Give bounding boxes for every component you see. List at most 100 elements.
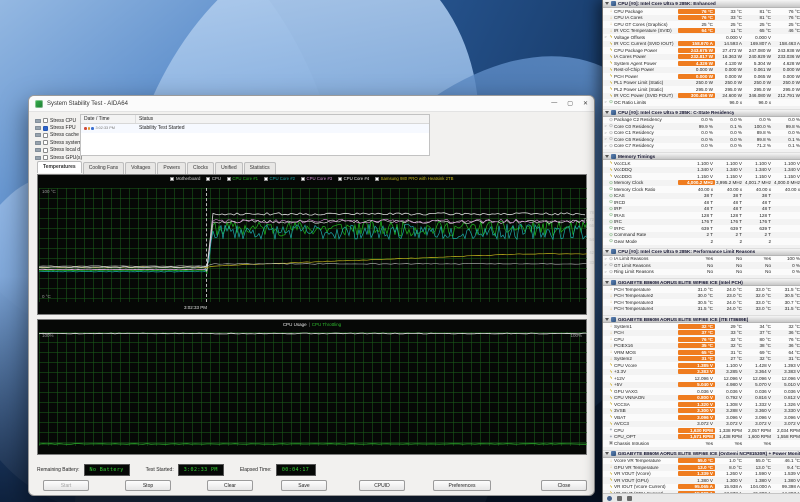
legend-item[interactable]: Samsung 980 PRO with Heatsink 2TB (375, 176, 453, 181)
sensor-section-header[interactable]: GIGABYTE B860M AORUS ELITE WIFI6E ICE (O… (603, 450, 800, 458)
stress-checkbox[interactable] (43, 155, 48, 160)
sensor-row[interactable]: ϟ VccDDG 1.150 V 1.150 V 1.150 V 1.150 V (603, 173, 800, 180)
stress-checkbox[interactable] (43, 148, 48, 153)
sensor-row[interactable]: ▣ Chassis Intrusion Yes Yes Yes (603, 440, 800, 447)
collapse-chevron-icon[interactable] (605, 318, 609, 321)
legend-checkbox[interactable] (338, 177, 342, 181)
sensor-row[interactable]: ϟ +12V 12.096 V 12.096 V 12.096 V 12.096… (603, 375, 800, 382)
legend-item[interactable]: CPU Core #3 (301, 176, 332, 181)
sensor-row[interactable]: ⊙ tRP 48 T 48 T 48 T (603, 206, 800, 213)
sensor-row[interactable]: ⊙ tRFC 639 T 639 T 639 T (603, 225, 800, 232)
sensor-row[interactable]: ϟ CPU Package Power 243.675 W 27.472 W 2… (603, 47, 800, 54)
sensor-section-header[interactable]: CPU [#0]: Intel Core Ultra 9 285K: C-Sta… (603, 109, 800, 117)
stress-checkbox[interactable] (43, 126, 48, 131)
sensor-row[interactable]: ϟ GPU VAXG 0.036 V 0.036 V 0.036 V 0.036… (603, 388, 800, 395)
stress-checkbox[interactable] (43, 140, 48, 145)
stop-button[interactable]: Stop (125, 480, 171, 491)
sensor-row[interactable]: ⊙ Command Rate 2 T 2 T 2 T (603, 232, 800, 239)
save-button[interactable]: Save (281, 480, 327, 491)
sensor-row[interactable]: ϟ VccDDQ 1.340 V 1.340 V 1.340 V 1.340 V (603, 167, 800, 174)
sensor-section-header[interactable]: Memory Timings (603, 152, 800, 160)
legend-checkbox[interactable] (170, 177, 174, 181)
log-col-datetime[interactable]: Date / Time (81, 115, 136, 123)
sensor-row[interactable]: ⊙ tCAS 38 T 38 T 38 T (603, 193, 800, 200)
tab-statistics[interactable]: Statistics (244, 162, 276, 174)
sensor-row[interactable]: ϟ VR VOUT (GPU) 1.380 V 1.300 V 1.380 V … (603, 477, 800, 484)
stress-checkbox[interactable] (43, 118, 48, 123)
tab-cooling-fans[interactable]: Cooling Fans (83, 162, 124, 174)
cpuid-button[interactable]: CPUID (359, 480, 405, 491)
sensor-row[interactable]: ⊙ Gear Mode 2 2 2 (603, 238, 800, 245)
legend-item[interactable]: CPU (206, 176, 221, 181)
legend-checkbox[interactable] (227, 177, 231, 181)
collapse-chevron-icon[interactable] (605, 452, 609, 455)
sensor-row[interactable]: ⊙ tRC 176 T 176 T 176 T (603, 219, 800, 226)
sensor-row[interactable]: > ⊙ Core C7 Residency 0.0 % 0.0 % 71.2 %… (603, 143, 800, 150)
legend-item[interactable]: CPU Core #1 (227, 176, 258, 181)
sensor-row[interactable]: ↓ PCH Temperature3 30.5 °C 24.0 °C 33.0 … (603, 299, 800, 306)
sensor-row[interactable]: ϟ System Agent Power 4.329 W 4.130 W 5.3… (603, 60, 800, 67)
sensor-row[interactable]: > ⊙ Core C1 Residency 0.0 % 0.0 % 89.8 %… (603, 130, 800, 137)
sensor-row[interactable]: ⊙ Package C2 Residency 0.0 % 0.0 % 0.0 %… (603, 117, 800, 124)
sensor-row[interactable]: ↓ System1 32 °C 29 °C 34 °C 32 °C (603, 323, 800, 330)
sensor-row[interactable]: ϟ Rest-of-Chip Power 0.000 W 0.000 W 0.0… (603, 67, 800, 74)
sensor-row[interactable]: ϟ PCH Power 0.000 W 0.000 W 0.065 W 0.00… (603, 73, 800, 80)
minimize-button[interactable]: — (551, 100, 557, 107)
sensor-row[interactable]: > ⊙ Core C0 Residency 99.9 % 0.1 % 100.0… (603, 123, 800, 130)
legend-checkbox[interactable] (301, 177, 305, 181)
sensor-row[interactable]: ⊙ Memory Clock Ratio 40.00 x 40.00 x 40.… (603, 186, 800, 193)
sensor-row[interactable]: + CPU 1,630 RPM 1,338 RPM 2,057 RPM 2,03… (603, 427, 800, 434)
sensor-section-header[interactable]: CPU [#0]: Intel Core Ultra 9 285K: Perfo… (603, 248, 800, 256)
sensor-row[interactable]: ϟ VccCLK 1.100 V 1.100 V 1.100 V 1.100 V (603, 160, 800, 167)
sensor-row[interactable]: ϟ VCCSA 1.320 V 1.308 V 1.332 V 1.326 V (603, 401, 800, 408)
sensor-row[interactable]: ↓ CPU GT Cores (Graphics) 25 °C 25 °C 25… (603, 21, 800, 28)
legend-item[interactable]: Motherboard (170, 176, 200, 181)
tab-voltages[interactable]: Voltages (125, 162, 156, 174)
collapse-chevron-icon[interactable] (605, 111, 609, 114)
collapse-chevron-icon[interactable] (605, 2, 609, 5)
preferences-button[interactable]: Preferences (433, 480, 491, 491)
sensor-row[interactable]: > ⊙ GT Limit Reasons No No No 0 % (603, 262, 800, 269)
collapse-chevron-icon[interactable] (605, 155, 609, 158)
sensor-row[interactable]: ↓ PCH Temperature 31.0 °C 24.0 °C 33.0 °… (603, 286, 800, 293)
sensor-row[interactable]: ϟ PL2 Power Limit (Static) 295.0 W 295.0… (603, 86, 800, 93)
collapse-chevron-icon[interactable] (605, 281, 609, 284)
sensor-row[interactable]: > ⊙ IA Limit Reasons Yes No Yes 100 % (603, 256, 800, 263)
sensor-section-header[interactable]: GIGABYTE B860M AORUS ELITE WIFI6E ICE (I… (603, 278, 800, 286)
sensor-row[interactable]: ↓ VRM MOS 65 °C 31 °C 69 °C 64 °C (603, 349, 800, 356)
sensor-row[interactable]: ⊙ tRCD 48 T 48 T 48 T (603, 199, 800, 206)
sensor-section-header[interactable]: GIGABYTE B860M AORUS ELITE WIFI6E ICE (I… (603, 315, 800, 323)
close-button[interactable]: Close (541, 480, 587, 491)
start-button[interactable]: Start (43, 480, 89, 491)
layout-icon[interactable] (627, 496, 632, 501)
sensor-row[interactable]: ↓ PCH Temperature2 30.0 °C 23.0 °C 32.0 … (603, 293, 800, 300)
tab-clocks[interactable]: Clocks (187, 162, 214, 174)
tab-unified[interactable]: Unified (215, 162, 243, 174)
sensor-row[interactable]: ϟ VBAT 3.096 V 3.096 V 3.096 V 3.096 V (603, 414, 800, 421)
sensor-section-header[interactable]: CPU [#0]: Intel Core Ultra 9 285K: Enhan… (603, 0, 800, 8)
stress-checkbox[interactable] (43, 133, 48, 138)
sensor-row[interactable]: ϟ AVCC3 3.072 V 3.072 V 3.072 V 3.072 V (603, 421, 800, 428)
sensor-row[interactable]: ⊙ tRAS 128 T 128 T 128 T (603, 212, 800, 219)
sensor-row[interactable]: ↓ CPU 76 °C 32 °C 80 °C 76 °C (603, 336, 800, 343)
legend-checkbox[interactable] (375, 177, 379, 181)
settings-gear-icon[interactable] (617, 496, 622, 501)
collapse-chevron-icon[interactable] (605, 250, 609, 253)
sensor-row[interactable]: ↓ CPU Package 76 °C 33 °C 81 °C 76 °C (603, 8, 800, 15)
sensor-row[interactable]: ↓ GPU VR Temperature 13.0 °C 8.0 °C 13.0… (603, 464, 800, 471)
tab-powers[interactable]: Powers (157, 162, 186, 174)
legend-checkbox[interactable] (264, 177, 268, 181)
sensor-row[interactable]: ↓ PCH Temperature4 31.5 °C 24.0 °C 33.0 … (603, 306, 800, 313)
sensor-row[interactable]: > ⊙ OC Ratio Limits 96.0 x 96.0 x (603, 99, 800, 106)
sensor-row[interactable]: > ⊙ Ring Limit Reasons No No No 0 % (603, 269, 800, 276)
log-row[interactable]: 3:02:33 PM Stability Test Started (81, 124, 429, 133)
clear-button[interactable]: Clear (207, 480, 253, 491)
hwinfo-logo-icon[interactable] (607, 496, 612, 501)
maximize-button[interactable]: ▢ (567, 100, 573, 107)
aida64-titlebar[interactable]: System Stability Test - AIDA64 — ▢ ✕ (29, 96, 594, 112)
sensor-row[interactable]: > ⊙ Core C6 Residency 0.0 % 0.0 % 99.8 %… (603, 136, 800, 143)
close-window-button[interactable]: ✕ (583, 100, 588, 107)
sensor-row[interactable]: ϟ CPU Vcore 1.385 V 1.100 V 1.428 V 1.39… (603, 362, 800, 369)
log-col-status[interactable]: Status (136, 116, 429, 122)
sensor-row[interactable]: ϟ PL1 Power Limit (Static) 250.0 W 250.0… (603, 80, 800, 87)
